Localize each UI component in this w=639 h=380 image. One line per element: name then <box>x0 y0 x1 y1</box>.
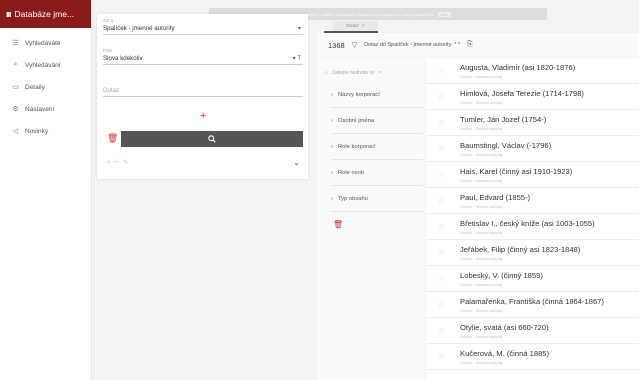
star-icon[interactable]: ☆ <box>438 301 444 309</box>
list-item[interactable]: ☆ Paul, Edvard (1855-) Osobní · Jmenné a… <box>426 188 639 214</box>
search-icon: ⌕ <box>325 69 328 76</box>
source-select[interactable]: Zdroj Spalíček - jmenné autority ▾ <box>103 18 303 35</box>
chevron-right-icon: › <box>331 91 333 98</box>
star-icon[interactable]: ☆ <box>438 67 444 75</box>
facet-role-korporaci[interactable]: › Role korporací <box>331 134 423 160</box>
star-icon[interactable]: ☆ <box>438 145 444 153</box>
facet-search-input[interactable]: ⌕ Zadejte hodnotu vý × <box>325 66 423 79</box>
field-select[interactable]: Pole Slova kdekoliv ▾ T <box>103 48 303 65</box>
list-item[interactable]: ☆ Kučerová, M. (činná 1885) Osobní · Jme… <box>426 344 639 370</box>
star-icon[interactable]: ☆ <box>438 353 444 361</box>
search-icon: ⌕ <box>13 61 18 68</box>
query-input[interactable]: Dotaz <box>103 80 303 97</box>
list-item[interactable]: ☆ Břetislav I., český kníže (asi 1003-10… <box>426 214 639 240</box>
facet-typ-obsahu[interactable]: › Typ obsahu <box>331 186 423 212</box>
search-button[interactable] <box>121 131 303 147</box>
star-icon[interactable]: ☆ <box>438 327 444 335</box>
form-tool-icons[interactable]: + ⊢ ✎ <box>107 159 129 166</box>
tab-dotaz[interactable]: Dotaz × <box>333 21 378 31</box>
megaphone-icon: ◁ <box>12 128 19 135</box>
sidebar-item-novinky[interactable]: ◁ Novinky <box>0 120 91 142</box>
list-item[interactable]: ☆ Hais, Karel (činný asi 1910-1923) Osob… <box>426 162 639 188</box>
chevron-right-icon: › <box>331 143 333 150</box>
sidebar-item-vyhledavate[interactable]: ☰ Vyhledáváte <box>0 32 91 54</box>
app-title-button[interactable]: ııı Databáze jme... <box>0 0 91 28</box>
text-type-icon: ▾ T <box>292 56 301 62</box>
query-summary: Dotaz do Spalíček - jmenné autority: * * <box>364 42 461 48</box>
results-header: 1368 ▽ Dotaz do Spalíček - jmenné autori… <box>317 33 639 57</box>
star-icon[interactable]: ☆ <box>438 223 444 231</box>
copy-icon[interactable]: ⎘ <box>467 41 473 49</box>
results-list: ☆ Augusta, Vladimír (asi 1820-1876) Osob… <box>426 58 639 380</box>
search-icon <box>208 135 216 143</box>
list-item[interactable]: ☆ Baumstingl, Václav (-1796) Osobní · Jm… <box>426 136 639 162</box>
sidebar: ııı Databáze jme... ☰ Vyhledáváte ⌕ Vyhl… <box>0 0 92 380</box>
list-item[interactable]: ☆ Palamařenka, Františka (činná 1864-186… <box>426 292 639 318</box>
close-icon[interactable]: × <box>378 70 381 76</box>
star-icon[interactable]: ☆ <box>438 197 444 205</box>
facet-nazvy-korporaci[interactable]: › Názvy korporací <box>331 82 423 108</box>
sidebar-item-vyhledavani[interactable]: ⌕ Vyhledávání <box>0 54 91 76</box>
clear-facets-button[interactable]: 🗑 <box>333 220 343 229</box>
star-icon[interactable]: ☆ <box>438 93 444 101</box>
chevron-right-icon: › <box>331 195 333 202</box>
debug-close-button[interactable]: ××× <box>437 11 451 17</box>
list-item[interactable]: ☆ Jeřábek, Filip (činný asi 1823-1848) O… <box>426 240 639 266</box>
chevron-right-icon: › <box>331 169 333 176</box>
list-item[interactable]: ☆ Lobeský, V. (činný 1859) Osobní · Jmen… <box>426 266 639 292</box>
facets-panel: ⌕ Zadejte hodnotu vý × › Názvy korporací… <box>317 58 425 380</box>
list-item[interactable]: ☆ Otylie, svatá (asi 660-720) Osobní · J… <box>426 318 639 344</box>
window-icon: ▭ <box>12 84 19 91</box>
star-icon[interactable]: ☆ <box>438 119 444 127</box>
gear-icon: ⚙ <box>12 106 19 113</box>
add-condition-button[interactable]: + <box>200 111 206 122</box>
chevron-right-icon: › <box>331 117 333 124</box>
list-icon: ☰ <box>12 40 19 47</box>
facet-osobni-jmena[interactable]: › Osobní jména <box>331 108 423 134</box>
facet-role-osob[interactable]: › Role osob <box>331 160 423 186</box>
search-form: Zdroj Spalíček - jmenné autority ▾ Pole … <box>97 14 308 179</box>
result-count: 1368 <box>328 40 345 50</box>
list-item[interactable]: ☆ Tumler, Ján Jozef (1754-) Osobní · Jme… <box>426 110 639 136</box>
dropdown-arrow-icon: ▾ <box>297 26 301 32</box>
sidebar-item-nastaveni[interactable]: ⚙ Nastavení <box>0 98 91 120</box>
star-icon[interactable]: ☆ <box>438 249 444 257</box>
star-icon[interactable]: ☆ <box>438 171 444 179</box>
filter-icon[interactable]: ▽ <box>352 41 357 49</box>
app-logo-icon: ııı <box>6 9 11 19</box>
sidebar-item-detaily[interactable]: ▭ Detaily <box>0 76 91 98</box>
list-item[interactable]: ☆ Himlová, Josefa Terezie (1714-1798) Os… <box>426 84 639 110</box>
list-item[interactable]: ☆ Augusta, Vladimír (asi 1820-1876) Osob… <box>426 58 639 84</box>
app-title: Databáze jme... <box>14 9 75 19</box>
chevron-down-icon[interactable]: ⌄ <box>293 158 300 167</box>
star-icon[interactable]: ☆ <box>438 275 444 283</box>
clear-button[interactable]: 🗑 <box>107 133 118 144</box>
close-icon[interactable]: × <box>362 24 365 29</box>
